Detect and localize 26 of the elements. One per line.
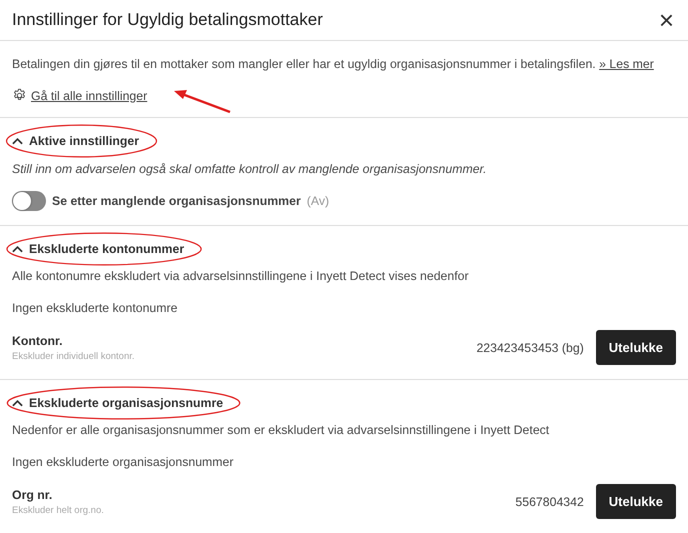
settings-icon (12, 88, 27, 103)
field-label: Kontonr. (12, 334, 64, 348)
input-field[interactable]: 5567804342 (515, 494, 584, 508)
section-description: Still inn om advarselen også skal omfatte kontroll av manglende organisasjonsnummer. (12, 161, 488, 177)
intro-text: Betalingen din gjøres til en mottaker som mangler eller har et ugyldig organisasjonsnummer i betalingsfilen. » Les mer (12, 56, 655, 72)
field-label: Org nr. (12, 488, 54, 502)
empty-message: Ingen ekskluderte organisasjonsnummer (12, 454, 234, 470)
exclude-button[interactable]: Utelukke (596, 330, 676, 365)
annotation-arrow (172, 88, 232, 114)
chevron-icon (12, 137, 23, 145)
input-field[interactable]: 223423453453 (bg) (476, 340, 584, 354)
section-description: Nedenfor er alle organisasjonsnummer som er ekskludert via advarselsinnstillingene i Inyett Detect (12, 422, 550, 438)
empty-message: Ingen ekskluderte kontonumre (12, 300, 178, 316)
chevron-icon (12, 399, 23, 407)
toggle-status: (Av) (306, 194, 330, 208)
toggle-switch[interactable] (12, 191, 46, 211)
all-settings-link[interactable]: Gå til alle innstillinger (31, 88, 148, 102)
toggle-label: Se etter manglende organisasjonsnummer (52, 194, 301, 208)
close-button[interactable]: × (654, 7, 678, 33)
dialog-title: Innstillinger for Ugyldig betalingsmottaker (12, 10, 323, 30)
field-hint: Ekskluder helt org.no. (12, 504, 105, 516)
exclude-button[interactable]: Utelukke (596, 484, 676, 519)
read-more-link[interactable]: » Les mer (599, 57, 654, 71)
field-hint: Ekskluder individuell kontonr. (12, 350, 136, 362)
section-description: Alle kontonumre ekskludert via advarselsinnstillingene i Inyett Detect vises nedenfor (12, 268, 470, 284)
chevron-icon (12, 245, 23, 253)
